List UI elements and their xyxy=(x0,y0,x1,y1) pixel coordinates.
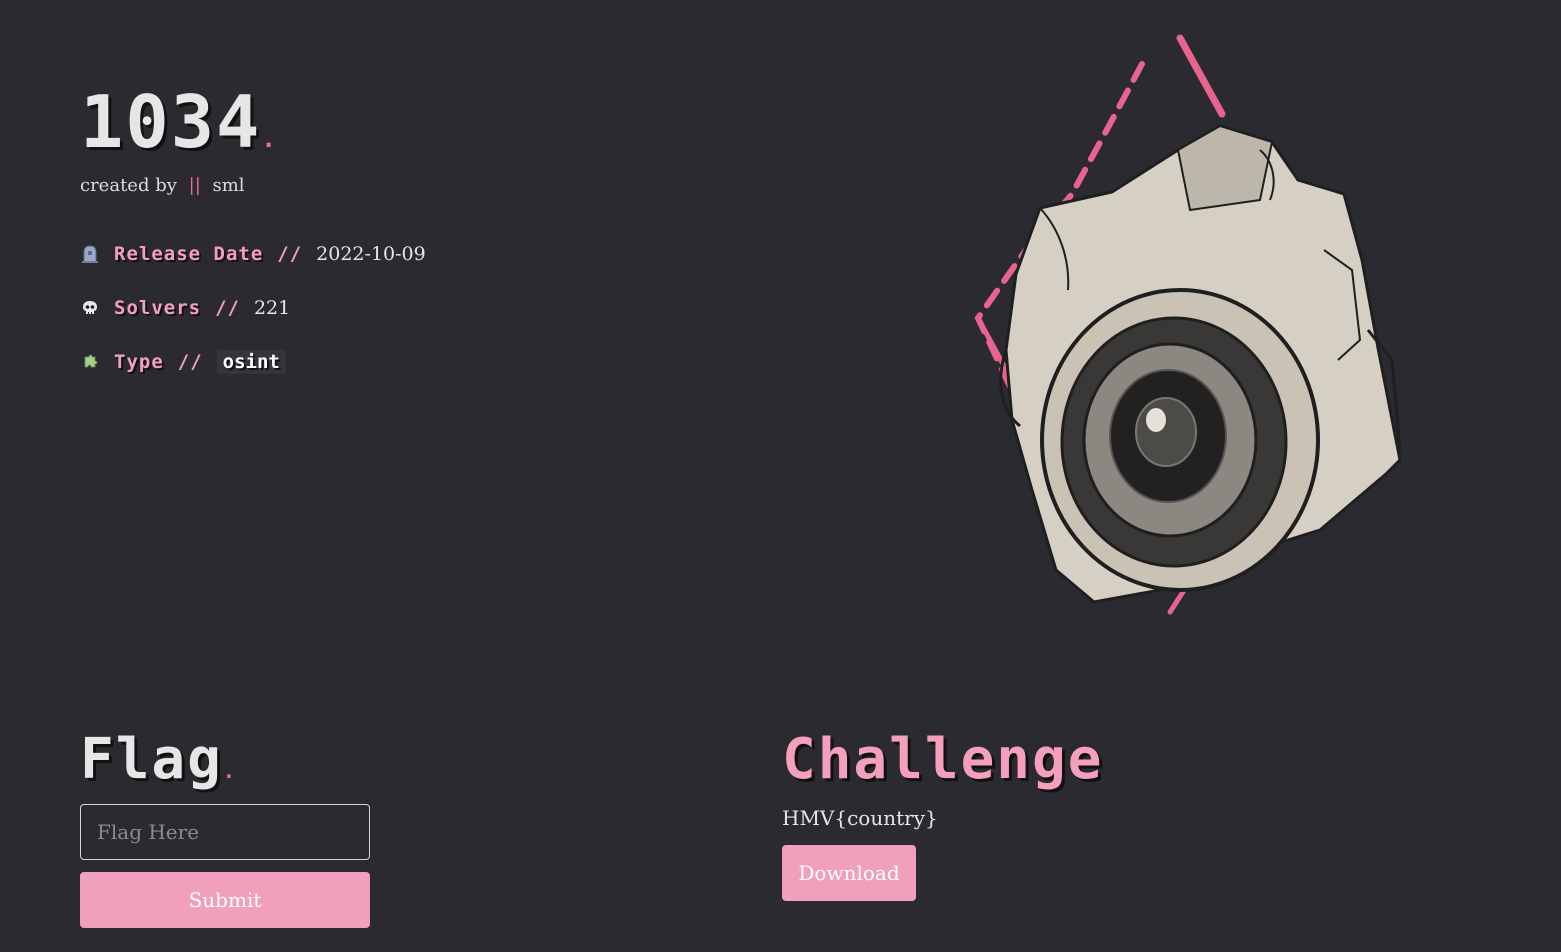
solvers-slash: // xyxy=(215,297,240,319)
author-name: sml xyxy=(212,175,245,196)
creator-line: created by || sml xyxy=(80,175,245,196)
skull-icon xyxy=(80,298,100,318)
download-button[interactable]: Download xyxy=(782,845,916,901)
created-by-label: created by xyxy=(80,175,177,196)
camera-lens xyxy=(1040,288,1320,592)
flag-heading-text: Flag xyxy=(80,727,223,792)
challenge-page: 1034. created by || sml Release Date // … xyxy=(0,0,1561,952)
title-dot: . xyxy=(261,125,278,153)
release-slash: // xyxy=(277,243,303,265)
type-label: Type xyxy=(114,351,164,373)
challenge-title-text: 1034 xyxy=(80,80,262,164)
meta-type-row: Type // osint xyxy=(80,348,286,376)
solvers-value: 221 xyxy=(253,297,291,319)
flag-heading-dot: . xyxy=(222,759,237,783)
challenge-title: 1034. xyxy=(80,82,278,179)
puzzle-icon xyxy=(80,352,100,372)
flag-heading: Flag. xyxy=(80,728,237,803)
flag-format-text: HMV{country} xyxy=(782,806,938,830)
flag-input[interactable] xyxy=(80,804,370,860)
solvers-label: Solvers xyxy=(114,297,202,319)
meta-release-row: Release Date // 2022-10-09 xyxy=(80,240,426,268)
submit-button[interactable]: Submit xyxy=(80,872,370,928)
challenge-heading: Challenge xyxy=(782,727,1104,792)
release-date-value: 2022-10-09 xyxy=(316,243,426,265)
release-date-label: Release Date xyxy=(114,243,264,265)
type-value: osint xyxy=(216,350,286,374)
separator: || xyxy=(188,175,201,196)
type-slash: // xyxy=(177,351,203,373)
meta-solvers-row: Solvers // 221 xyxy=(80,294,290,322)
tombstone-icon xyxy=(80,244,100,264)
camera-illustration xyxy=(974,34,1402,615)
